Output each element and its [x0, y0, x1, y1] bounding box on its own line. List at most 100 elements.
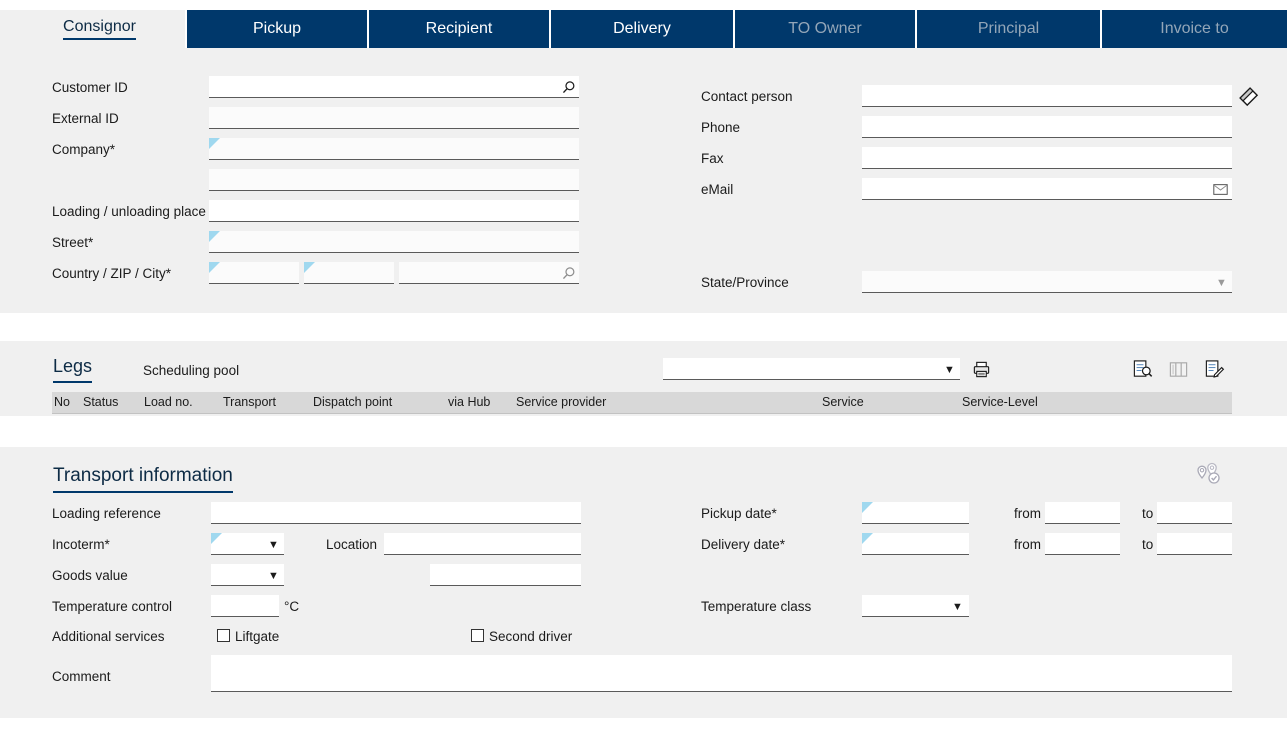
legs-col-service-level: Service-Level [962, 395, 1038, 409]
external-id-label: External ID [52, 111, 119, 126]
legs-col-load-no: Load no. [144, 395, 193, 409]
email-input[interactable] [862, 178, 1232, 200]
legs-col-service-provider: Service provider [516, 395, 607, 409]
delivery-from-input[interactable] [1045, 533, 1120, 555]
company-input[interactable] [209, 138, 579, 160]
contact-person-input[interactable] [862, 85, 1232, 107]
street-input[interactable] [209, 231, 579, 253]
contact-person-label: Contact person [701, 89, 793, 104]
city-input[interactable] [399, 262, 579, 284]
pickup-to-input[interactable] [1157, 502, 1232, 524]
route-pins-icon[interactable] [1194, 461, 1224, 489]
legs-col-transport: Transport [223, 395, 277, 409]
pickup-date-input[interactable] [862, 502, 969, 524]
temperature-class-select[interactable] [862, 595, 969, 617]
transport-information-panel: Transport information Loading reference … [0, 447, 1287, 718]
comment-label: Comment [52, 669, 111, 684]
second-driver-checkbox[interactable] [471, 629, 484, 642]
printer-icon[interactable] [970, 358, 992, 380]
consignor-address-panel: Customer ID External ID Company* Loading… [0, 48, 1287, 313]
temperature-control-input[interactable] [211, 595, 279, 617]
envelope-icon[interactable] [1210, 180, 1230, 198]
scheduling-pool-select[interactable] [663, 358, 960, 380]
email-label: eMail [701, 182, 734, 197]
goods-value-amount-input[interactable] [430, 564, 581, 586]
country-link[interactable]: Country [52, 266, 99, 281]
search-icon[interactable] [558, 78, 578, 97]
external-id-input[interactable] [209, 107, 579, 129]
loading-unloading-place-label: Loading / unloading place [52, 204, 206, 219]
tab-principal[interactable]: Principal [917, 10, 1102, 48]
liftgate-label: Liftgate [235, 629, 280, 644]
pickup-to-label: to [1142, 506, 1154, 521]
tab-consignor-label: Consignor [63, 18, 136, 40]
location-label: Location [326, 537, 378, 552]
tab-pickup-label: Pickup [252, 20, 302, 37]
delivery-date-input[interactable] [862, 533, 969, 555]
tab-to-owner[interactable]: TO Owner [735, 10, 917, 48]
incoterm-label: Incoterm* [52, 537, 110, 552]
city-search-icon[interactable] [558, 264, 578, 283]
state-province-select[interactable] [862, 271, 1232, 293]
legs-col-dispatch-point: Dispatch point [313, 395, 393, 409]
scheduling-pool-label: Scheduling pool [143, 363, 240, 378]
temperature-unit-label: °C [284, 599, 300, 614]
country-input[interactable] [209, 262, 299, 284]
tab-invoice-to-label: Invoice to [1160, 20, 1229, 37]
company-line2-input[interactable] [209, 169, 579, 191]
goods-value-currency-select[interactable] [211, 564, 284, 586]
legs-table-header: No Status Load no. Transport Dispatch po… [52, 392, 1232, 413]
tab-invoice-to[interactable]: Invoice to [1102, 10, 1287, 48]
phone-label: Phone [701, 120, 741, 135]
tab-to-owner-label: TO Owner [788, 20, 862, 37]
tab-consignor[interactable]: Consignor [14, 10, 187, 48]
loading-unloading-place-input[interactable] [209, 200, 579, 222]
customer-id-input[interactable] [209, 76, 579, 98]
additional-services-label: Additional services [52, 629, 165, 644]
legs-col-service: Service [822, 395, 864, 409]
legs-col-via-hub: via Hub [448, 395, 491, 409]
pickup-from-label: from [1014, 506, 1041, 521]
delivery-to-label: to [1142, 537, 1154, 552]
legs-panel: Legs Scheduling pool ▼ No Status Load no… [0, 341, 1287, 416]
second-driver-label: Second driver [489, 629, 573, 644]
document-edit-icon[interactable] [1202, 357, 1226, 381]
document-search-icon[interactable] [1130, 357, 1154, 381]
incoterm-select[interactable] [211, 533, 284, 555]
liftgate-checkbox[interactable] [217, 629, 230, 642]
legs-section-title: Legs [53, 355, 93, 383]
company-label: Company* [52, 142, 116, 157]
tab-bar: Consignor Pickup Recipient Delivery TO O… [0, 10, 1287, 48]
tab-delivery[interactable]: Delivery [551, 10, 735, 48]
zip-input[interactable] [304, 262, 394, 284]
tab-recipient-label: Recipient [425, 20, 493, 37]
tab-pickup[interactable]: Pickup [187, 10, 369, 48]
pickup-from-input[interactable] [1045, 502, 1120, 524]
phone-input[interactable] [862, 116, 1232, 138]
customer-id-label: Customer ID [52, 80, 128, 95]
tab-delivery-label: Delivery [613, 20, 671, 37]
location-input[interactable] [384, 533, 581, 555]
country-zip-city-label: Country / ZIP / City* [52, 266, 171, 282]
street-label: Street* [52, 235, 94, 250]
columns-icon[interactable] [1166, 357, 1190, 381]
loading-reference-label: Loading reference [52, 506, 161, 521]
tab-bar-spacer [0, 10, 14, 48]
comment-textarea[interactable] [211, 655, 1232, 692]
temperature-class-label: Temperature class [701, 599, 812, 614]
pickup-date-label: Pickup date* [701, 506, 777, 521]
delivery-from-label: from [1014, 537, 1041, 552]
legs-col-no: No [54, 395, 70, 409]
delivery-date-label: Delivery date* [701, 537, 786, 552]
state-province-label: State/Province [701, 275, 789, 290]
tab-recipient[interactable]: Recipient [369, 10, 551, 48]
eraser-icon[interactable] [1236, 84, 1262, 110]
delivery-to-input[interactable] [1157, 533, 1232, 555]
legs-table-rule [52, 413, 1232, 414]
loading-reference-input[interactable] [211, 502, 581, 524]
legs-col-status: Status [83, 395, 119, 409]
transport-section-title: Transport information [53, 465, 233, 493]
fax-input[interactable] [862, 147, 1232, 169]
goods-value-label: Goods value [52, 568, 128, 583]
tab-principal-label: Principal [977, 20, 1040, 37]
